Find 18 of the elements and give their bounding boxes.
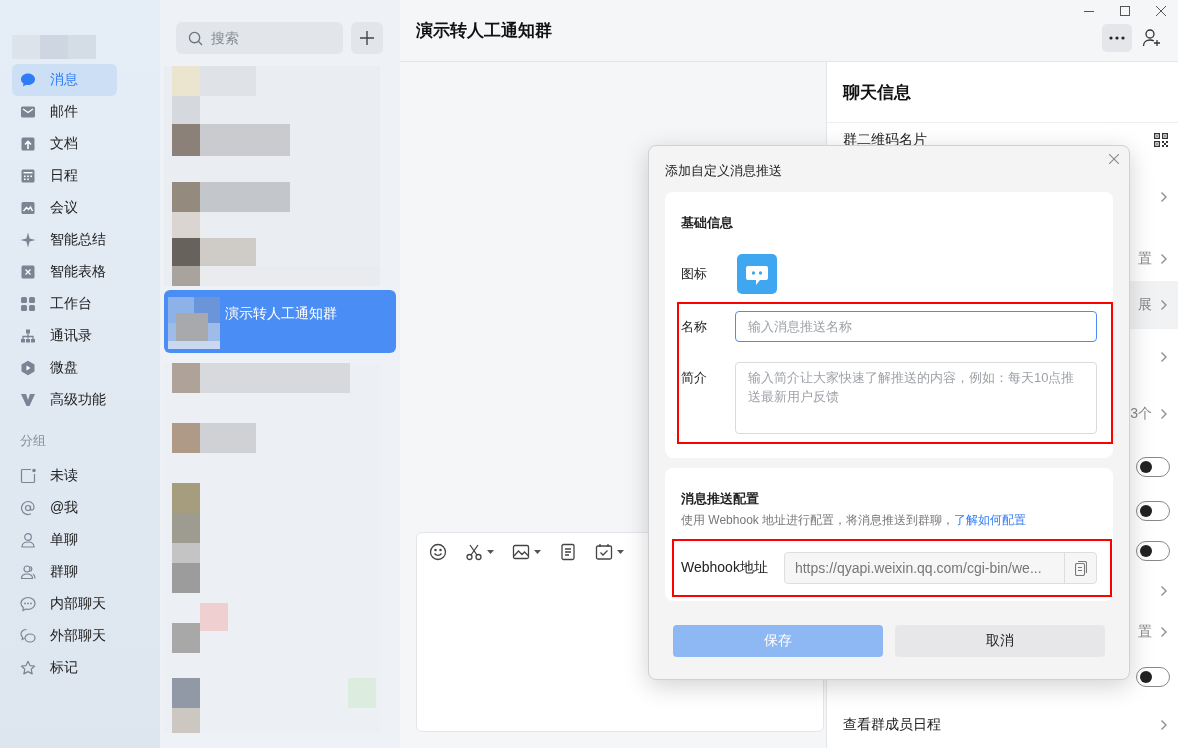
chat-title: 演示转人工通知群 [416, 20, 552, 42]
field-label: Webhook地址 [681, 559, 768, 577]
field-label: 简介 [681, 369, 707, 387]
row-label: 查看群成员日程 [843, 716, 941, 734]
dialog-title: 添加自定义消息推送 [665, 162, 783, 180]
panel-title: 聊天信息 [827, 62, 1178, 123]
field-label: 名称 [681, 318, 707, 336]
description-text: 使用 Webhook 地址进行配置，将消息推送到群聊，了解如何配置 [681, 512, 1028, 529]
row-label: 群二维码名片 [843, 131, 927, 149]
section-heading: 消息推送配置 [681, 490, 760, 508]
field-label: 图标 [681, 265, 707, 283]
row-value: 置 [1138, 250, 1152, 268]
row-value: 3个 [1130, 404, 1152, 423]
row-value: 置 [1138, 622, 1152, 641]
chat-name: 演示转人工通知群 [225, 305, 337, 323]
row-value: 展 [1138, 296, 1152, 314]
section-heading: 基础信息 [681, 214, 734, 232]
section-label: 分组 [19, 432, 47, 450]
